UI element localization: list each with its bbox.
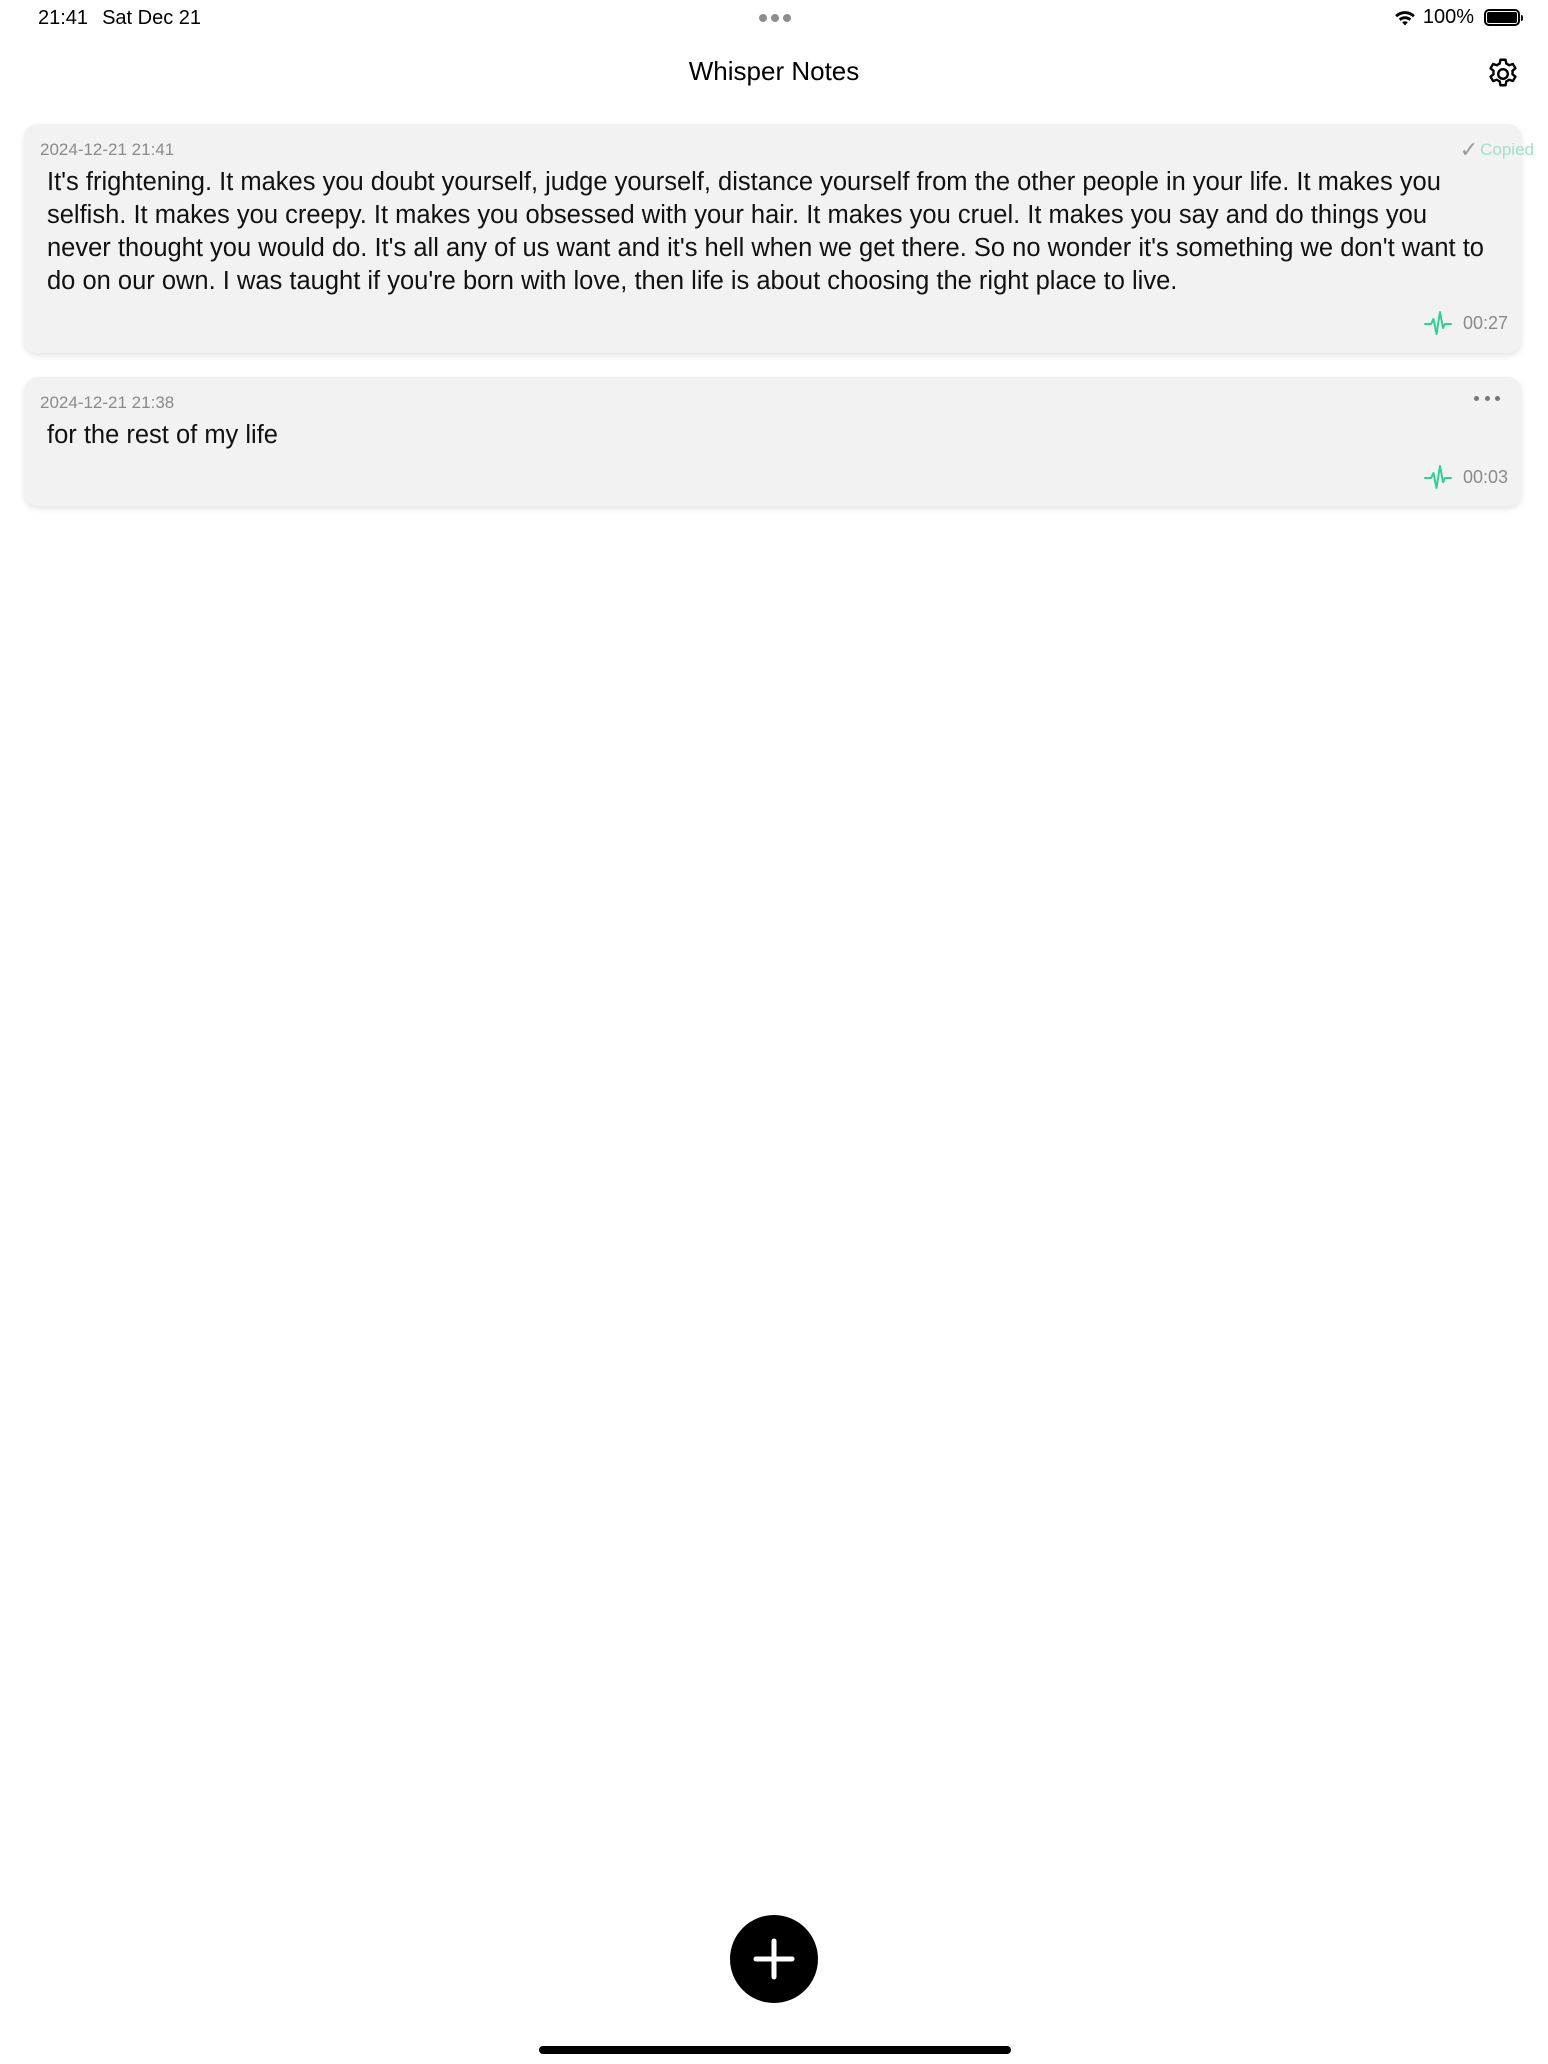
waveform-icon[interactable] (1423, 308, 1453, 338)
note-text[interactable]: for the rest of my life (47, 419, 1492, 452)
checkmark-icon: ✓ (1459, 137, 1479, 162)
note-duration: 00:03 (1462, 466, 1508, 487)
status-indicators: 100% (1393, 6, 1523, 29)
status-bar: 21:41 Sat Dec 21 100% (0, 0, 1548, 36)
note-date: 2024-12-21 21:38 (40, 393, 175, 412)
note-card[interactable]: 2024-12-21 21:41 ✓ Copied It's frighteni… (24, 124, 1534, 353)
copied-label: Copied (1480, 140, 1534, 159)
gear-icon (1489, 58, 1517, 87)
copied-indicator: ✓ Copied (1460, 137, 1534, 163)
status-time-date: 21:41 Sat Dec 21 (38, 7, 201, 30)
settings-button[interactable] (1484, 55, 1522, 93)
page-title: Whisper Notes (688, 56, 860, 86)
note-footer: 00:03 (40, 462, 1508, 492)
more-options-button[interactable] (1474, 391, 1500, 405)
battery-icon (1484, 9, 1523, 26)
wifi-icon (1395, 10, 1415, 25)
note-card[interactable]: 2024-12-21 21:38 for the rest of my life… (24, 377, 1522, 506)
notes-list: 2024-12-21 21:41 ✓ Copied It's frighteni… (24, 124, 1534, 530)
battery-percent: 100% (1422, 6, 1474, 28)
multitasking-handle[interactable] (759, 14, 791, 22)
note-footer: 00:27 (40, 308, 1508, 338)
plus-icon (753, 1938, 795, 1980)
waveform-icon[interactable] (1423, 462, 1453, 492)
app-screen: 21:41 Sat Dec 21 100% Whisper Notes 2024-… (0, 0, 1548, 2064)
note-date: 2024-12-21 21:41 (40, 140, 175, 159)
status-date: Sat Dec 21 (102, 7, 202, 29)
add-note-button[interactable] (730, 1915, 818, 2003)
home-indicator[interactable] (539, 2046, 1011, 2054)
note-text[interactable]: It's frightening. It makes you doubt you… (47, 166, 1492, 298)
note-duration: 00:27 (1462, 312, 1508, 333)
status-time: 21:41 (38, 7, 89, 29)
